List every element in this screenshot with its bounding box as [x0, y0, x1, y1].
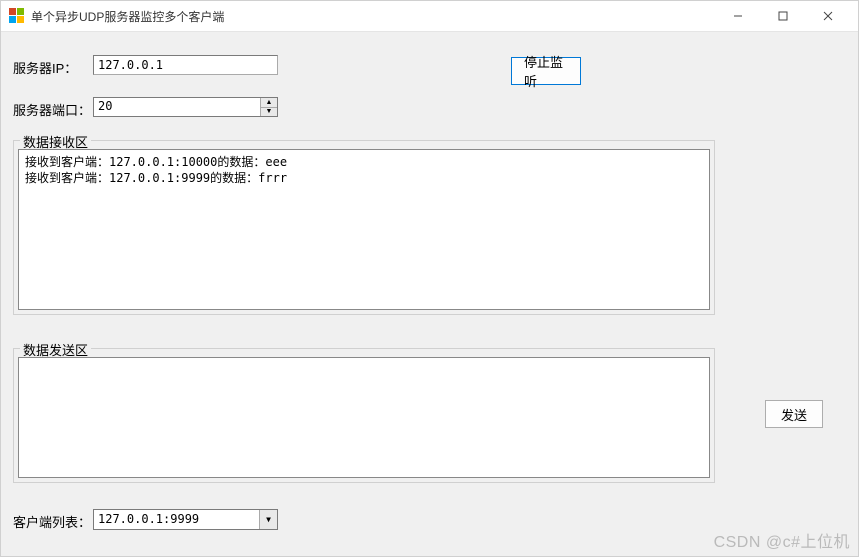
app-icon	[9, 8, 25, 24]
watermark-text: CSDN @c#上位机	[714, 528, 850, 552]
port-spinner[interactable]: ▲ ▼	[260, 98, 277, 116]
titlebar: 单个异步UDP服务器监控多个客户端	[1, 1, 858, 32]
server-port-input[interactable]: 20 ▲ ▼	[93, 97, 278, 117]
receive-groupbox: 数据接收区 接收到客户端：127.0.0.1:10000的数据：eee 接收到客…	[13, 140, 715, 315]
server-ip-input[interactable]: 127.0.0.1	[93, 55, 278, 75]
receive-textarea[interactable]: 接收到客户端：127.0.0.1:10000的数据：eee 接收到客户端：127…	[18, 149, 710, 310]
app-window: 单个异步UDP服务器监控多个客户端 服务器IP： 127.0.0.1 停止监听 …	[0, 0, 859, 557]
window-title: 单个异步UDP服务器监控多个客户端	[31, 8, 715, 25]
server-port-label: 服务器端口：	[13, 100, 91, 119]
chevron-down-icon[interactable]: ▼	[259, 510, 277, 529]
server-ip-label: 服务器IP：	[13, 58, 77, 77]
server-ip-value: 127.0.0.1	[98, 58, 163, 72]
spin-down-icon[interactable]: ▼	[261, 108, 277, 117]
close-button[interactable]	[805, 2, 850, 31]
window-controls	[715, 2, 850, 31]
client-list-label: 客户端列表：	[13, 512, 91, 531]
spin-up-icon[interactable]: ▲	[261, 98, 277, 108]
send-button[interactable]: 发送	[765, 400, 823, 428]
send-textarea[interactable]	[18, 357, 710, 478]
client-list-value: 127.0.0.1:9999	[94, 510, 259, 529]
server-port-value: 20	[94, 98, 260, 116]
send-groupbox: 数据发送区	[13, 348, 715, 483]
stop-listen-button[interactable]: 停止监听	[511, 57, 581, 85]
client-list-combo[interactable]: 127.0.0.1:9999 ▼	[93, 509, 278, 530]
maximize-button[interactable]	[760, 2, 805, 31]
client-area: 服务器IP： 127.0.0.1 停止监听 服务器端口： 20 ▲ ▼ 数据接收…	[1, 32, 858, 556]
minimize-button[interactable]	[715, 2, 760, 31]
